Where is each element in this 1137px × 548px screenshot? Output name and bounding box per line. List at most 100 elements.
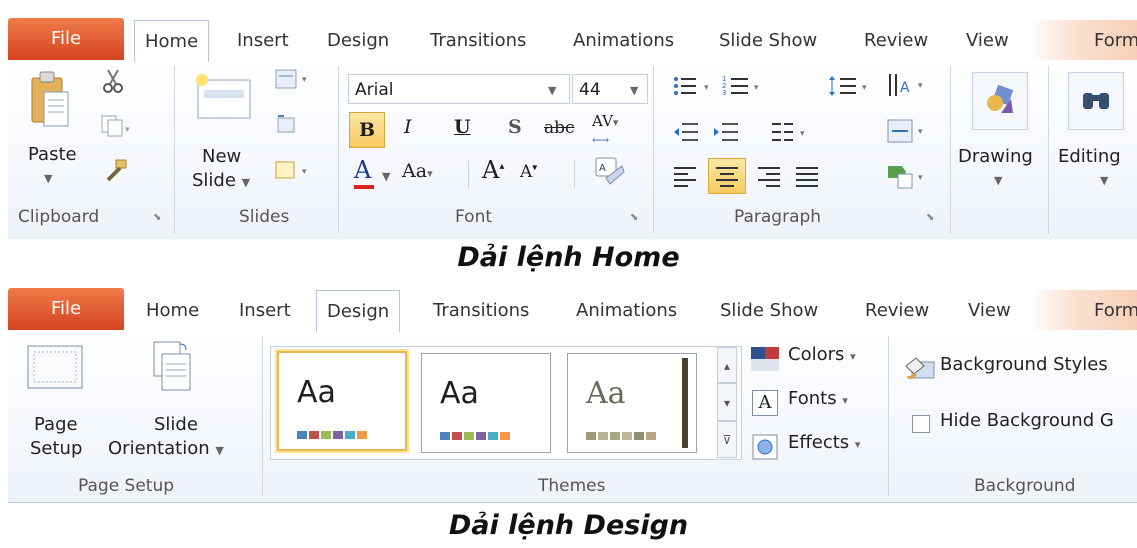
underline-button[interactable]: U: [454, 116, 471, 138]
theme-thumbnail-text: Aa: [586, 376, 626, 411]
reset-slide-icon[interactable]: [274, 112, 298, 136]
tab-insert[interactable]: Insert: [237, 22, 289, 60]
background-styles-label: Background Styles: [940, 354, 1108, 375]
editing-button[interactable]: Editing ▼: [1054, 64, 1137, 196]
align-right-icon[interactable]: [756, 164, 782, 188]
tab-transitions[interactable]: Transitions: [433, 292, 529, 330]
align-text-icon[interactable]: ▾: [886, 116, 930, 146]
gallery-more-button[interactable]: ⊽: [717, 421, 737, 458]
tab-home[interactable]: Home: [134, 20, 210, 62]
tab-view[interactable]: View: [966, 22, 1009, 60]
drawing-dropdown-arrow[interactable]: ▼: [994, 174, 1002, 187]
separator: [338, 66, 339, 234]
new-slide-button[interactable]: New Slide ▼: [188, 64, 256, 196]
numbering-icon[interactable]: 123 ▾: [722, 74, 766, 98]
strikethrough-button[interactable]: abc: [544, 118, 575, 138]
bullets-icon[interactable]: ▾: [672, 74, 716, 98]
gallery-scroll-up[interactable]: ▴: [717, 347, 737, 383]
theme-thumbnail-3[interactable]: Aa: [567, 353, 697, 453]
themes-gallery: Aa Aa Aa ▴ ▾ ⊽: [270, 346, 742, 460]
theme-swatch: [610, 432, 620, 440]
tab-slide-show[interactable]: Slide Show: [720, 292, 818, 330]
change-case-label: Aa: [402, 160, 428, 182]
theme-swatch: [598, 432, 608, 440]
format-painter-icon[interactable]: [102, 158, 128, 184]
cut-icon[interactable]: [100, 68, 126, 94]
shadow-button[interactable]: S: [508, 116, 522, 138]
tab-animations[interactable]: Animations: [576, 292, 677, 330]
new-slide-label-line1: New: [202, 146, 242, 167]
tab-review[interactable]: Review: [865, 292, 929, 330]
font-family-combo[interactable]: Arial: [348, 74, 570, 104]
section-icon[interactable]: ▾: [274, 158, 314, 182]
theme-thumbnail-office[interactable]: Aa: [277, 351, 407, 451]
shrink-font-label: A: [520, 162, 533, 182]
svg-text:▾: ▾: [125, 125, 130, 135]
shrink-font-button[interactable]: A▾: [520, 162, 537, 182]
tab-view[interactable]: View: [968, 292, 1011, 330]
theme-swatch: [634, 432, 644, 440]
home-ribbon: File Home Insert Design Transitions Anim…: [8, 14, 1137, 239]
tab-design[interactable]: Design: [316, 290, 401, 332]
paste-dropdown-arrow[interactable]: ▼: [44, 172, 52, 185]
hide-background-checkbox[interactable]: [912, 415, 930, 433]
paragraph-launcher-icon[interactable]: ⬊: [926, 212, 934, 223]
increase-indent-icon[interactable]: [712, 120, 740, 144]
tab-slide-show[interactable]: Slide Show: [719, 22, 817, 60]
grow-font-button[interactable]: A▴: [482, 156, 504, 184]
line-spacing-icon[interactable]: ▾: [828, 74, 876, 98]
italic-button[interactable]: I: [404, 116, 412, 138]
align-center-icon: [716, 167, 738, 187]
background-styles-icon: [905, 357, 935, 380]
spacing-arrow-icon: ⟷: [592, 133, 610, 147]
font-family-dropdown-arrow[interactable]: ▼: [548, 84, 556, 97]
theme-swatch: [333, 431, 343, 439]
font-launcher-icon[interactable]: ⬊: [630, 212, 638, 223]
columns-icon[interactable]: ▾: [770, 120, 810, 144]
clipboard-launcher-icon[interactable]: ⬊: [153, 212, 161, 223]
justify-icon[interactable]: [794, 164, 820, 188]
tab-insert[interactable]: Insert: [239, 292, 291, 330]
character-spacing-label: AV: [592, 112, 613, 130]
clear-formatting-icon[interactable]: A: [592, 156, 626, 188]
change-case-button[interactable]: Aa▾: [402, 160, 433, 182]
bold-button[interactable]: B: [349, 112, 385, 148]
font-color-label: A: [354, 156, 372, 184]
paste-label: Paste: [28, 144, 77, 165]
tab-file[interactable]: File: [8, 18, 124, 60]
svg-text:3: 3: [722, 89, 726, 97]
tab-review[interactable]: Review: [864, 22, 928, 60]
text-direction-icon[interactable]: A ▾: [886, 70, 930, 100]
tab-home[interactable]: Home: [146, 292, 199, 330]
gallery-scroll-down[interactable]: ▾: [717, 383, 737, 421]
align-left-icon[interactable]: [672, 164, 698, 188]
page-setup-button[interactable]: Page Setup: [20, 334, 88, 464]
copy-icon[interactable]: ▾: [100, 112, 130, 138]
theme-thumbnail-2[interactable]: Aa: [421, 353, 551, 453]
editing-dropdown-arrow[interactable]: ▼: [1100, 174, 1108, 187]
drawing-icon-box: [972, 72, 1028, 130]
align-center-button[interactable]: [708, 158, 746, 194]
separator: [1048, 66, 1049, 234]
tab-file[interactable]: File: [8, 288, 124, 330]
font-size-dropdown-arrow[interactable]: ▼: [630, 84, 638, 97]
character-spacing-button[interactable]: AV▾ ⟷: [592, 112, 618, 148]
tab-format[interactable]: Form: [1094, 292, 1137, 330]
background-styles-button[interactable]: Background Styles: [904, 354, 1137, 384]
drawing-button[interactable]: Drawing ▼: [958, 64, 1042, 196]
tab-transitions[interactable]: Transitions: [430, 22, 526, 60]
slide-orientation-button[interactable]: Slide Orientation ▼: [104, 334, 254, 464]
grow-font-label: A: [482, 156, 500, 184]
tab-design[interactable]: Design: [327, 22, 389, 60]
tab-format[interactable]: Form: [1094, 22, 1137, 60]
decrease-indent-icon[interactable]: [672, 120, 700, 144]
font-color-button[interactable]: A: [354, 156, 374, 189]
new-slide-label-line2: Slide ▼: [192, 170, 251, 191]
tab-animations[interactable]: Animations: [573, 22, 674, 60]
smartart-icon[interactable]: ▾: [886, 160, 930, 190]
font-color-dropdown-arrow[interactable]: ▼: [382, 170, 390, 183]
hide-background-checkbox-row[interactable]: Hide Background G: [904, 410, 1137, 440]
layout-icon[interactable]: ▾: [274, 68, 314, 92]
shapes-icon: [987, 85, 1014, 113]
paste-button[interactable]: Paste ▼: [16, 64, 77, 192]
